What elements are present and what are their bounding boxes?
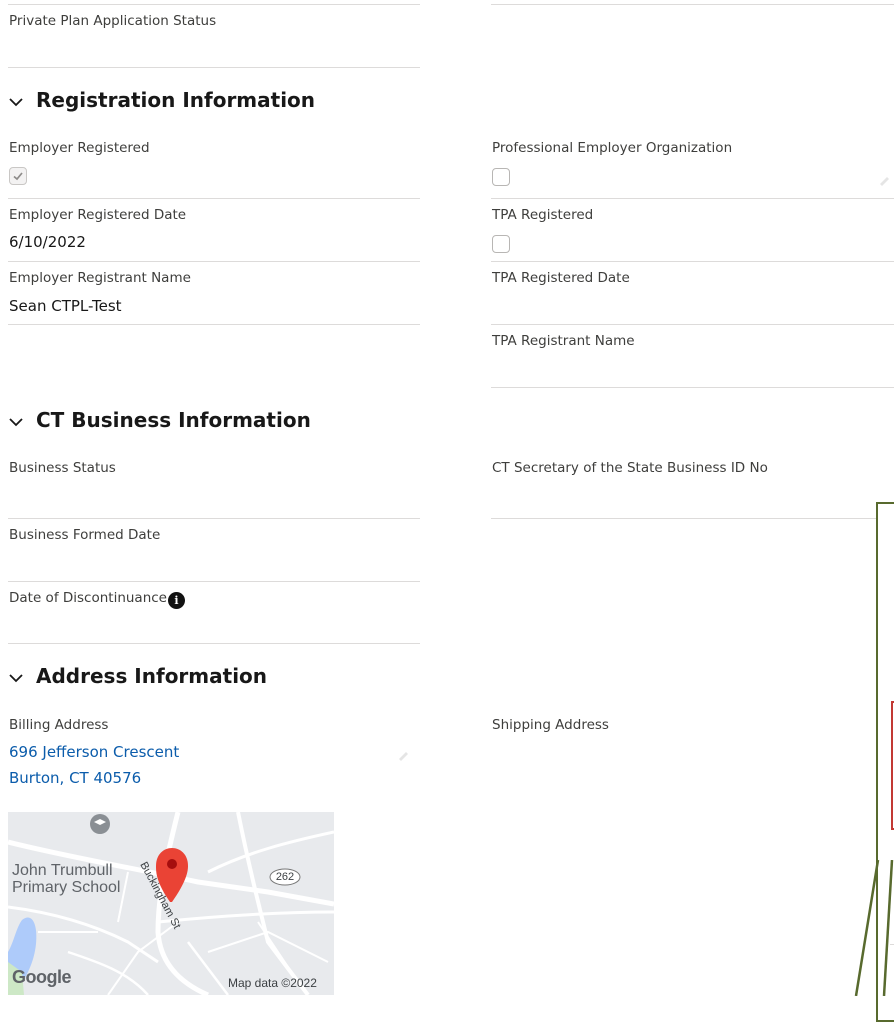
chevron-down-icon <box>9 98 23 107</box>
employer-registrant-name-divider <box>8 324 420 325</box>
tpa-registered-label: TPA Registered <box>492 207 594 223</box>
business-formed-date-divider <box>8 581 420 582</box>
employer-registered-checkbox[interactable] <box>9 167 27 185</box>
business-status-divider <box>8 518 420 519</box>
google-logo: Google <box>12 967 72 987</box>
professional-employer-org-label: Professional Employer Organization <box>492 140 733 156</box>
tpa-registered-divider <box>491 261 894 262</box>
ct-business-section-header[interactable]: CT Business Information <box>0 408 420 434</box>
chevron-down-icon <box>9 418 23 427</box>
map-school-label: John Trumbull Primary School <box>12 862 121 896</box>
billing-address-line1[interactable]: 696 Jefferson Crescent <box>9 743 179 761</box>
info-icon[interactable]: i <box>168 592 185 609</box>
business-formed-date-label: Business Formed Date <box>9 527 161 543</box>
billing-address-line2[interactable]: Burton, CT 40576 <box>9 769 141 787</box>
top-divider-right <box>491 4 894 5</box>
shipping-address-label: Shipping Address <box>492 717 609 733</box>
employer-registered-label: Employer Registered <box>9 140 150 156</box>
tpa-registered-checkbox[interactable] <box>492 235 510 253</box>
date-of-discontinuance-label: Date of Discontinuance <box>9 590 167 606</box>
address-map[interactable]: John Trumbull Primary School Buckingham … <box>8 812 334 995</box>
address-section-title: Address Information <box>36 664 268 688</box>
map-route-label: 262 <box>275 871 295 883</box>
billing-address-label: Billing Address <box>9 717 109 733</box>
tpa-registrant-name-label: TPA Registrant Name <box>492 333 635 349</box>
tpa-registered-date-divider <box>491 324 894 325</box>
professional-employer-org-checkbox[interactable] <box>492 168 510 186</box>
checkmark-icon <box>13 172 23 181</box>
date-of-discontinuance-divider <box>8 643 420 644</box>
sots-business-id-label: CT Secretary of the State Business ID No <box>492 460 768 476</box>
employer-registered-date-divider <box>8 261 420 262</box>
private-plan-status-label: Private Plan Application Status <box>9 13 217 29</box>
top-divider-left <box>8 4 420 5</box>
employer-registered-divider <box>8 198 420 199</box>
chevron-down-icon <box>9 674 23 683</box>
employer-registered-date-label: Employer Registered Date <box>9 207 187 223</box>
registration-section-title: Registration Information <box>36 88 316 112</box>
pencil-edit-icon[interactable] <box>396 748 410 762</box>
sots-business-id-divider <box>491 518 877 519</box>
address-section-header[interactable]: Address Information <box>0 664 420 690</box>
tpa-registered-date-label: TPA Registered Date <box>492 270 630 286</box>
tpa-registrant-name-divider <box>491 387 894 388</box>
private-plan-divider <box>8 67 420 68</box>
date-of-discontinuance-field: Date of Discontinuance i <box>9 590 185 609</box>
business-status-label: Business Status <box>9 460 116 476</box>
employer-registered-date-value: 6/10/2022 <box>9 233 86 251</box>
professional-employer-org-divider <box>491 198 894 199</box>
ct-business-section-title: CT Business Information <box>36 408 311 432</box>
map-attribution: Map data ©2022 <box>228 976 317 990</box>
registration-section-header[interactable]: Registration Information <box>0 88 420 114</box>
employer-registrant-name-label: Employer Registrant Name <box>9 270 191 286</box>
overlay-pointer-lines <box>854 860 894 996</box>
employer-registrant-name-value: Sean CTPL-Test <box>9 297 122 315</box>
pencil-edit-icon[interactable] <box>877 173 891 187</box>
